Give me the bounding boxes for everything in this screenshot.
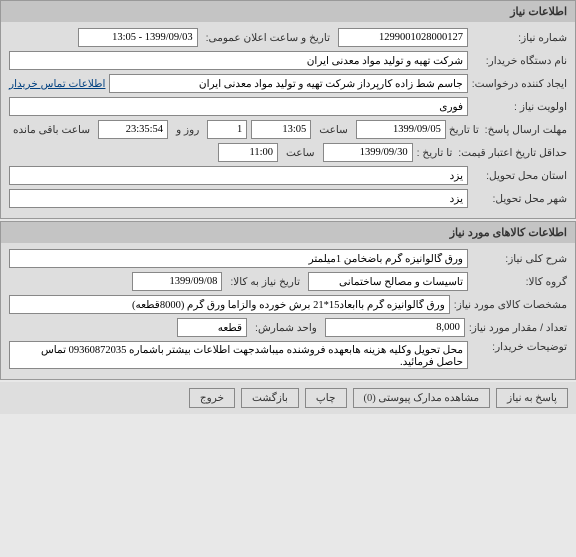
creator-field[interactable] xyxy=(109,74,467,93)
validity-time-field[interactable] xyxy=(218,143,278,162)
desc-label: شرح کلی نیاز: xyxy=(472,253,567,265)
goods-info-header: اطلاعات کالاهای مورد نیاز xyxy=(1,222,575,243)
validity-label: حداقل تاریخ اعتبار قیمت: تا تاریخ : xyxy=(417,147,567,159)
time-label-1: ساعت xyxy=(315,124,352,136)
print-button[interactable]: چاپ xyxy=(305,388,347,408)
time-label-2: ساعت xyxy=(282,147,319,159)
need-date-label: تاریخ نیاز به کالا: xyxy=(226,276,304,288)
delivery-city-field[interactable] xyxy=(9,189,468,208)
attachments-button[interactable]: مشاهده مدارک پیوستی (0) xyxy=(353,388,491,408)
deadline-label: مهلت ارسال پاسخ: تا تاریخ : xyxy=(450,124,567,136)
priority-field[interactable] xyxy=(9,97,468,116)
need-number-field[interactable] xyxy=(338,28,468,47)
buyer-field[interactable] xyxy=(9,51,468,70)
need-number-label: شماره نیاز: xyxy=(472,32,567,44)
announce-field[interactable] xyxy=(78,28,198,47)
creator-label: ایجاد کننده درخواست: xyxy=(472,78,567,90)
spec-field[interactable] xyxy=(9,295,450,314)
need-info-header: اطلاعات نیاز xyxy=(1,1,575,22)
need-info-panel: اطلاعات نیاز شماره نیاز: تاریخ و ساعت اع… xyxy=(0,0,576,219)
remaining-label: ساعت باقی مانده xyxy=(9,124,94,136)
deadline-time-field[interactable] xyxy=(251,120,311,139)
remaining-time-field[interactable] xyxy=(98,120,168,139)
back-button[interactable]: بازگشت xyxy=(241,388,299,408)
unit-field[interactable] xyxy=(177,318,247,337)
need-date-field[interactable] xyxy=(132,272,222,291)
deadline-date-field[interactable] xyxy=(356,120,446,139)
validity-date-field[interactable] xyxy=(323,143,413,162)
day-label: روز و xyxy=(172,124,203,136)
group-label: گروه کالا: xyxy=(472,276,567,288)
qty-label: تعداد / مقدار مورد نیاز: xyxy=(469,322,567,334)
goods-info-panel: اطلاعات کالاهای مورد نیاز شرح کلی نیاز: … xyxy=(0,221,576,380)
delivery-city-label: شهر محل تحویل: xyxy=(472,193,567,205)
announce-label: تاریخ و ساعت اعلان عمومی: xyxy=(202,32,334,44)
delivery-province-label: استان محل تحویل: xyxy=(472,170,567,182)
qty-field[interactable] xyxy=(325,318,465,337)
button-row: پاسخ به نیاز مشاهده مدارک پیوستی (0) چاپ… xyxy=(0,382,576,414)
delivery-province-field[interactable] xyxy=(9,166,468,185)
group-field[interactable] xyxy=(308,272,468,291)
spec-label: مشخصات کالای مورد نیاز: xyxy=(454,299,567,311)
notes-field[interactable]: محل تحویل وکلیه هزینه هابعهده فروشنده می… xyxy=(9,341,468,369)
desc-field[interactable] xyxy=(9,249,468,268)
goods-info-body: شرح کلی نیاز: گروه کالا: تاریخ نیاز به ک… xyxy=(1,243,575,379)
need-info-body: شماره نیاز: تاریخ و ساعت اعلان عمومی: نا… xyxy=(1,22,575,218)
buyer-label: نام دستگاه خریدار: xyxy=(472,55,567,67)
respond-button[interactable]: پاسخ به نیاز xyxy=(496,388,568,408)
day-count-field[interactable] xyxy=(207,120,247,139)
notes-label: توضیحات خریدار: xyxy=(472,341,567,353)
priority-label: اولویت نیاز : xyxy=(472,101,567,113)
contact-link[interactable]: اطلاعات تماس خریدار xyxy=(9,78,105,90)
unit-label: واحد شمارش: xyxy=(251,322,321,334)
exit-button[interactable]: خروج xyxy=(189,388,235,408)
